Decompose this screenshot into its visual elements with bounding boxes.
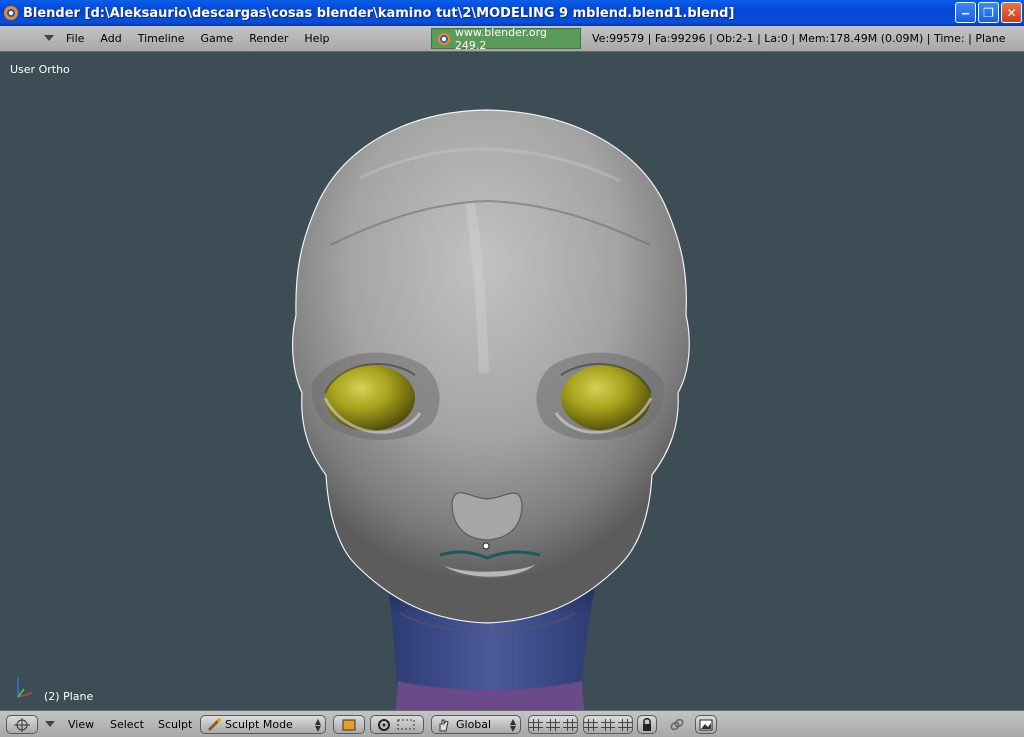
lock-icon: [643, 717, 651, 731]
draw-type-button[interactable]: [333, 715, 365, 734]
header-window-type-dropdown[interactable]: [44, 34, 54, 44]
menu-select[interactable]: Select: [110, 711, 144, 737]
close-button[interactable]: ✕: [1001, 2, 1022, 23]
solid-shading-icon: [342, 719, 356, 730]
blender-version-label: www.blender.org 249.2: [454, 25, 547, 52]
pivot-snap-group[interactable]: [370, 715, 424, 734]
hand-icon: [439, 719, 449, 731]
menu-add[interactable]: Add: [92, 26, 129, 52]
3d-cursor-icon: [482, 542, 490, 550]
header-collapse-toggle[interactable]: [43, 715, 57, 734]
mode-label: Sculpt Mode: [225, 718, 293, 731]
scene-stats: Ve:99579 | Fa:99296 | Ob:2-1 | La:0 | Me…: [592, 32, 1006, 45]
minimize-icon: ‒: [961, 5, 970, 20]
restore-icon: ❐: [983, 5, 994, 20]
layers-grid-icon: [546, 718, 560, 731]
window-titlebar: Blender [d:\Aleksaurio\descargas\cosas b…: [0, 0, 1024, 26]
editor-type-button[interactable]: [6, 715, 38, 734]
menu-help[interactable]: Help: [296, 26, 337, 52]
main-menu: File Add Timeline Game Render Help: [58, 26, 338, 52]
viewport-view-name: User Ortho: [10, 63, 70, 76]
mode-updown-icon: ▲ ▼: [314, 716, 321, 733]
restore-button[interactable]: ❐: [978, 2, 999, 23]
axis-orientation-icon: [17, 677, 33, 698]
layers-grid-icon: [563, 718, 577, 731]
layers-grid-icon: [529, 718, 543, 731]
mode-selector[interactable]: Sculpt Mode ▲ ▼: [200, 715, 326, 734]
image-icon: [699, 719, 713, 730]
layer-buttons-left[interactable]: [528, 715, 578, 734]
chevron-down-icon: [44, 35, 54, 41]
3d-view-header: View Select Sculpt Sculpt Mode ▲ ▼ Global…: [0, 710, 1024, 737]
window-title: Blender [d:\Aleksaurio\descargas\cosas b…: [23, 5, 735, 21]
menu-timeline[interactable]: Timeline: [130, 26, 193, 52]
layers-grid-icon: [601, 718, 615, 731]
menu-game[interactable]: Game: [193, 26, 242, 52]
blender-logo-icon: [4, 6, 18, 20]
pivot-icon: [378, 718, 390, 731]
info-header: File Add Timeline Game Render Help www.b…: [0, 26, 1024, 52]
blender-logo-icon: [438, 32, 450, 45]
menu-render[interactable]: Render: [241, 26, 296, 52]
active-object-label: (2) Plane: [44, 690, 94, 703]
orientation-updown-icon: ▲ ▼: [509, 716, 516, 733]
chevron-down-icon: [45, 721, 55, 727]
transform-orientation-selector[interactable]: Global ▲ ▼: [431, 715, 521, 734]
link-icon: [670, 718, 684, 730]
minimize-button[interactable]: ‒: [955, 2, 976, 23]
brush-icon: [207, 717, 221, 731]
render-preview-button[interactable]: [695, 715, 717, 734]
menu-view[interactable]: View: [68, 711, 94, 737]
menu-file[interactable]: File: [58, 26, 92, 52]
alien-head-model: [292, 109, 690, 710]
layers-grid-icon: [584, 718, 598, 731]
close-icon: ✕: [1006, 5, 1017, 20]
snap-icon: [397, 719, 415, 729]
blender-org-link[interactable]: www.blender.org 249.2: [431, 25, 581, 52]
layer-buttons-right[interactable]: [583, 715, 633, 734]
3d-view-editor-icon: [14, 717, 30, 732]
window-controls: ‒ ❐ ✕: [955, 2, 1022, 23]
lock-layers-button[interactable]: [637, 715, 657, 734]
orientation-label: Global: [456, 718, 492, 731]
menu-sculpt[interactable]: Sculpt: [158, 711, 192, 737]
layers-grid-icon: [618, 718, 632, 731]
link-button[interactable]: [666, 715, 688, 734]
3d-viewport[interactable]: User Ortho (2) Plane: [0, 53, 1024, 710]
